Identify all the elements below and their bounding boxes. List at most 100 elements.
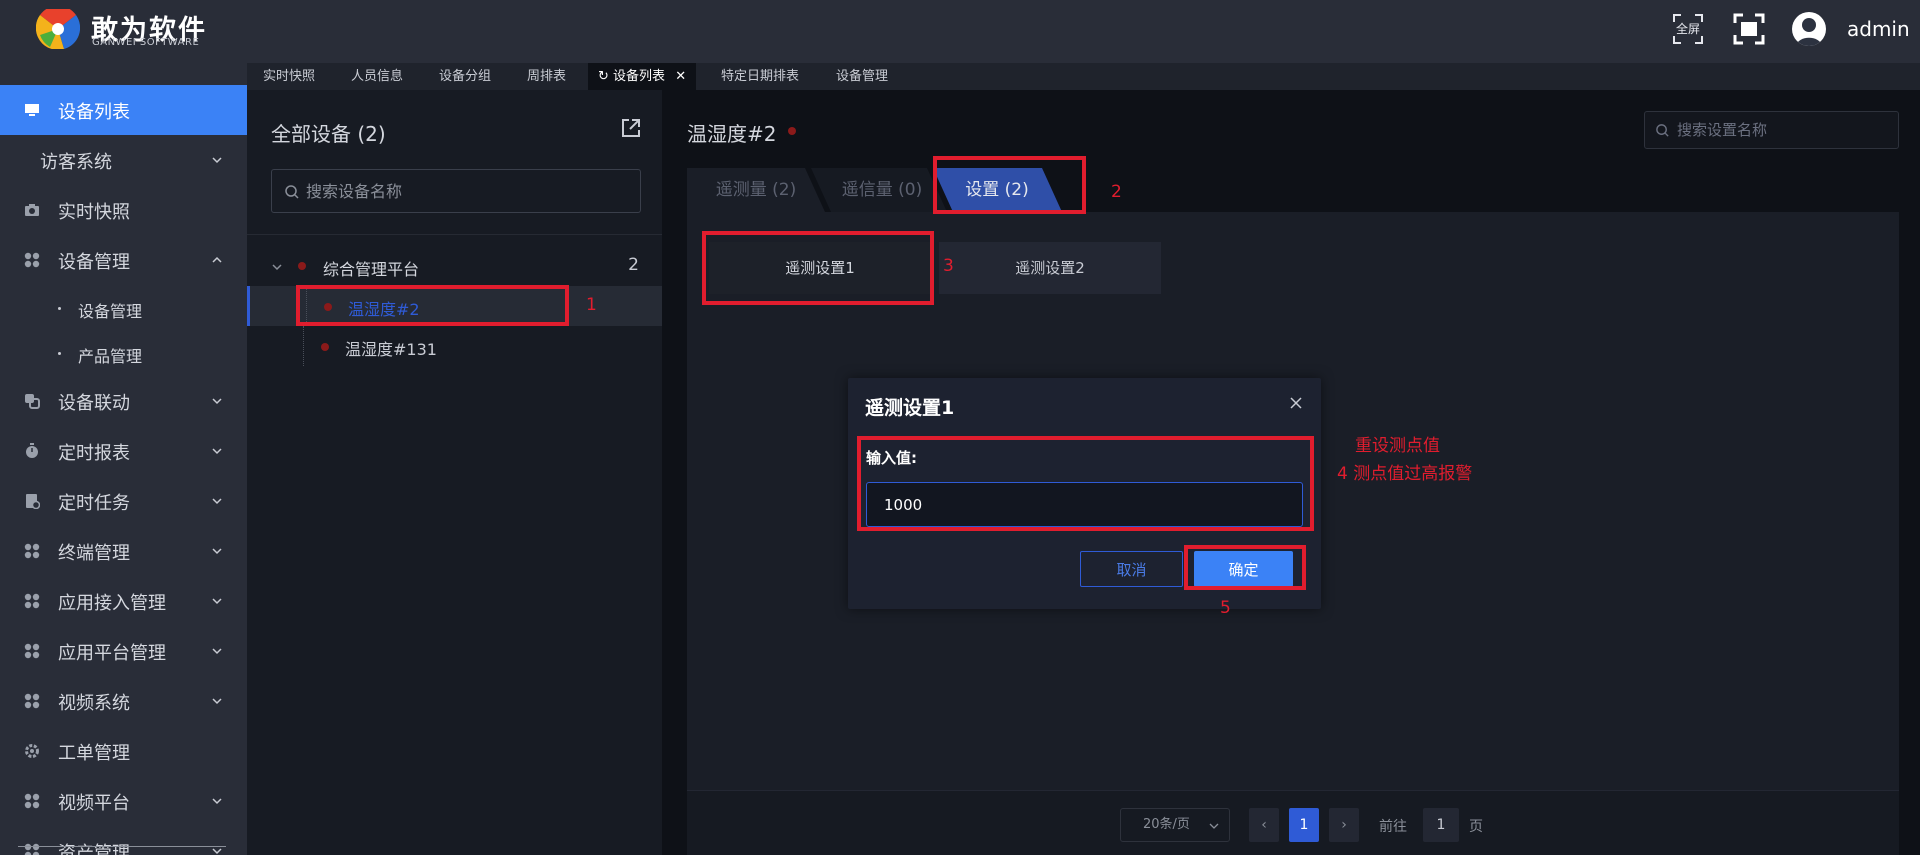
annotation-step-3: 3 — [943, 256, 954, 276]
sidebar-item-label: 应用平台管理 — [58, 643, 166, 664]
user-icon — [1796, 18, 1822, 46]
value-input-box[interactable] — [866, 482, 1303, 527]
device-search-box[interactable] — [271, 169, 641, 213]
grid-icon — [24, 643, 40, 659]
goto-prefix: 前往 — [1379, 819, 1407, 835]
chevron-down-icon — [212, 698, 222, 705]
tab-device-list[interactable]: ↻ 设备列表 ✕ — [588, 63, 697, 90]
chevron-down-icon — [212, 598, 222, 605]
tab-specific-date-schedule[interactable]: 特定日期排表 — [721, 63, 799, 90]
user-name[interactable]: admin — [1847, 17, 1910, 41]
sidebar-item-asset-management[interactable]: 资产管理 — [0, 826, 247, 855]
tab-telemetry[interactable]: 遥测量 (2) — [687, 168, 825, 212]
sidebar-item-video-platform[interactable]: 视频平台 — [0, 776, 247, 826]
ganwei-logo-icon — [36, 9, 80, 49]
page-number-button[interactable]: 1 — [1289, 808, 1319, 842]
sidebar-subitem-device-management[interactable]: 设备管理 — [0, 286, 247, 330]
setting-search-input[interactable] — [1677, 112, 1892, 148]
sub-tab-telemetry-setting-2[interactable]: 遥测设置2 — [939, 242, 1161, 294]
next-page-button[interactable]: › — [1329, 808, 1359, 842]
annotation-step-4: 4 测点值过高报警 — [1337, 464, 1473, 484]
divider — [247, 234, 662, 235]
tree-node-device[interactable]: 温湿度#131 — [247, 326, 662, 366]
expand-screen-icon — [1733, 13, 1765, 45]
cancel-button[interactable]: 取消 — [1080, 551, 1183, 587]
tab-telesignal[interactable]: 遥信量 (0) — [817, 168, 947, 212]
tree-root-label: 综合管理平台 — [323, 260, 420, 279]
sidebar: 设备列表 访客系统 实时快照 设备管理 设备管理 产品管理 设备联动 定时报表 … — [0, 63, 247, 855]
link-icon — [25, 394, 40, 409]
brand-subtitle: GANWEI SOFTWARE — [92, 37, 200, 48]
tab-device-group[interactable]: 设备分组 — [439, 63, 491, 90]
sidebar-item-visitor-system[interactable]: 访客系统 — [0, 135, 247, 185]
sidebar-item-label: 工单管理 — [58, 743, 130, 764]
export-icon[interactable] — [620, 117, 642, 139]
tab-weekly-schedule[interactable]: 周排表 — [527, 63, 566, 90]
sidebar-item-label: 视频平台 — [58, 793, 130, 814]
search-icon — [1656, 124, 1669, 137]
confirm-button[interactable]: 确定 — [1194, 551, 1293, 587]
timer-icon — [26, 443, 38, 458]
sidebar-subitem-product-management[interactable]: 产品管理 — [0, 331, 247, 375]
sidebar-item-scheduled-report[interactable]: 定时报表 — [0, 426, 247, 476]
chevron-down-icon — [212, 448, 222, 455]
sidebar-item-work-order[interactable]: 工单管理 — [0, 726, 247, 776]
fullscreen-button[interactable]: 全屏 — [1672, 13, 1704, 45]
sidebar-item-app-platform[interactable]: 应用平台管理 — [0, 626, 247, 676]
tree-root-count: 2 — [628, 255, 639, 275]
value-input[interactable] — [867, 483, 1302, 526]
device-search-input[interactable] — [306, 170, 626, 212]
tab-label: 设备列表 — [613, 69, 666, 84]
tree-node-device[interactable]: 温湿度#2 — [247, 286, 662, 326]
grid-icon — [24, 252, 40, 268]
fullscreen-label: 全屏 — [1675, 22, 1700, 36]
close-icon[interactable]: ✕ — [675, 69, 686, 84]
setting-search-box[interactable] — [1644, 111, 1899, 149]
tree-guide-line — [303, 326, 304, 366]
tab-person-info[interactable]: 人员信息 — [351, 63, 403, 90]
tab-settings[interactable]: 设置 (2) — [937, 168, 1057, 212]
sidebar-item-terminal-management[interactable]: 终端管理 — [0, 526, 247, 576]
expand-screen-button[interactable] — [1733, 13, 1765, 45]
sidebar-scrollbar[interactable] — [18, 846, 226, 847]
prev-page-button[interactable]: ‹ — [1249, 808, 1279, 842]
grid-icon — [24, 793, 40, 809]
sidebar-item-video-system[interactable]: 视频系统 — [0, 676, 247, 726]
chevron-up-icon — [212, 256, 222, 263]
status-dot — [324, 303, 332, 311]
dialog-title: 遥测设置1 — [865, 397, 955, 419]
sidebar-item-label: 设备列表 — [58, 102, 130, 123]
close-icon[interactable] — [1289, 396, 1303, 410]
tree-root-node[interactable]: 综合管理平台 2 — [247, 250, 662, 282]
input-value-label: 输入值: — [866, 449, 917, 467]
sub-tab-telemetry-setting-1[interactable]: 遥测设置1 — [709, 242, 931, 294]
tree-node-label: 温湿度#2 — [348, 300, 420, 319]
sidebar-item-label: 终端管理 — [58, 543, 130, 564]
grid-icon — [24, 843, 40, 855]
chevron-down-icon — [212, 498, 222, 505]
tab-device-management[interactable]: 设备管理 — [836, 63, 888, 90]
sidebar-item-app-access[interactable]: 应用接入管理 — [0, 576, 247, 626]
sidebar-item-label: 设备联动 — [58, 393, 130, 414]
chevron-down-icon[interactable] — [271, 261, 283, 273]
gear-icon — [25, 744, 39, 758]
sidebar-item-snapshot[interactable]: 实时快照 — [0, 185, 247, 235]
monitor-icon — [25, 104, 39, 116]
device-detail-title: 温湿度#2 — [687, 122, 777, 146]
grid-icon — [24, 693, 40, 709]
grid-icon — [24, 543, 40, 559]
refresh-icon[interactable]: ↻ — [598, 69, 609, 84]
chevron-down-icon — [212, 398, 222, 405]
sidebar-item-device-list[interactable]: 设备列表 — [0, 85, 247, 135]
goto-page-input[interactable]: 1 — [1423, 808, 1459, 842]
tree-guide-line — [306, 286, 307, 326]
annotation-step-2: 2 — [1111, 182, 1122, 202]
tab-snapshot[interactable]: 实时快照 — [263, 63, 315, 90]
page-size-select[interactable]: 20条/页 — [1120, 808, 1230, 842]
sidebar-item-device-management[interactable]: 设备管理 — [0, 235, 247, 285]
sidebar-item-device-linkage[interactable]: 设备联动 — [0, 376, 247, 426]
sidebar-item-scheduled-task[interactable]: 定时任务 — [0, 476, 247, 526]
annotation-reset-value: 重设测点值 — [1355, 436, 1440, 456]
sidebar-item-label: 资产管理 — [58, 843, 130, 855]
user-avatar[interactable] — [1792, 12, 1826, 46]
